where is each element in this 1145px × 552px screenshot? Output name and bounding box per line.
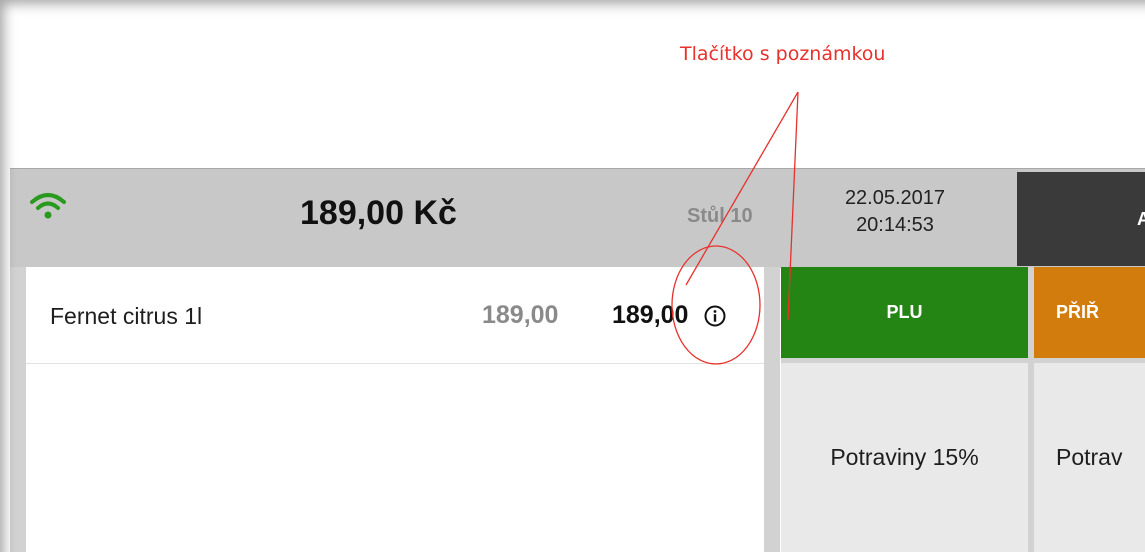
date-text: 22.05.2017: [844, 187, 946, 209]
dark-action-label: AD: [1137, 208, 1145, 229]
item-unit-price: 189,00: [482, 301, 559, 329]
category-label: Potraviny 15%: [830, 444, 979, 470]
item-line-total: 189,00: [612, 301, 689, 329]
plu-button[interactable]: PLU: [781, 267, 1028, 358]
order-total: 189,00 Kč: [300, 194, 457, 232]
order-row[interactable]: Fernet citrus 1l 189,00 189,00: [26, 267, 764, 364]
category-label: Potrav: [1056, 444, 1123, 470]
annotation-label: Tlačítko s poznámkou: [680, 43, 886, 65]
datetime: 22.05.2017 20:14:53: [800, 185, 990, 239]
wifi-icon: [30, 193, 66, 219]
panel-divider: [764, 267, 780, 552]
plu-label: PLU: [886, 302, 923, 322]
dark-action-button[interactable]: AD: [1017, 172, 1145, 266]
assign-button[interactable]: PŘIŘ: [1034, 267, 1145, 358]
item-name: Fernet citrus 1l: [50, 303, 203, 329]
order-list: Fernet citrus 1l 189,00 189,00: [26, 267, 764, 552]
top-bar: 189,00 Kč Stůl 10 22.05.2017 20:14:53 AD: [10, 168, 1145, 268]
table-label[interactable]: Stůl 10: [687, 205, 753, 228]
assign-label: PŘIŘ: [1056, 302, 1100, 322]
left-gutter: [10, 267, 26, 552]
info-icon[interactable]: [704, 305, 726, 327]
category-tile[interactable]: Potraviny 15%: [781, 363, 1028, 552]
time-text: 20:14:53: [856, 214, 934, 236]
category-tile[interactable]: Potrav: [1034, 363, 1145, 552]
